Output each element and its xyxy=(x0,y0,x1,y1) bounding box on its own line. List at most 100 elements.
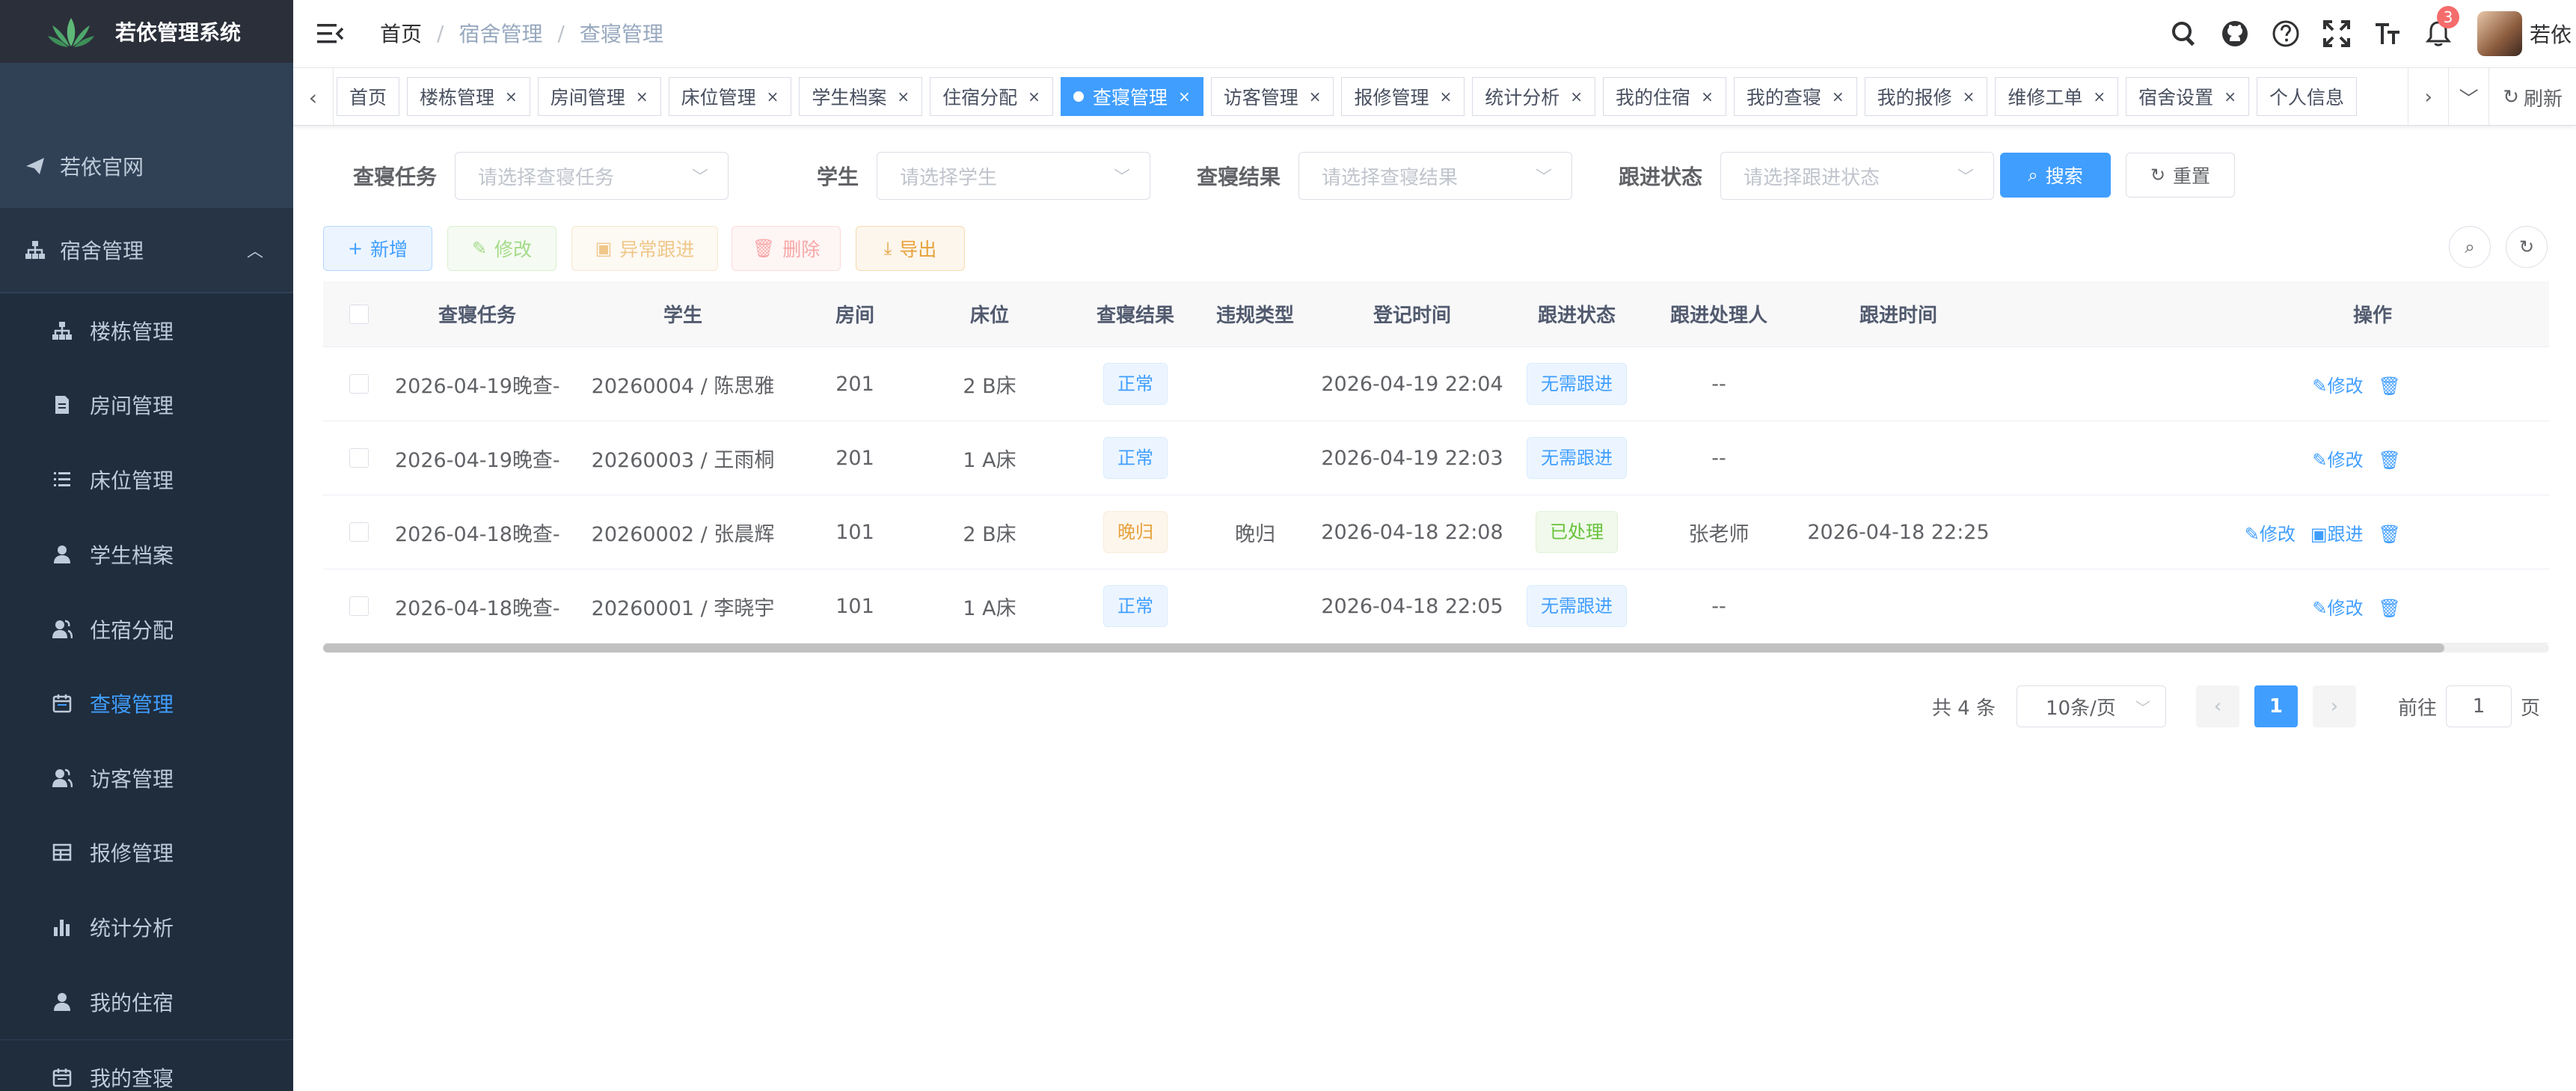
row-checkbox[interactable] xyxy=(349,374,369,394)
toggle-search-button[interactable]: ⌕ xyxy=(2449,226,2491,268)
close-icon[interactable]: × xyxy=(1440,88,1453,106)
sidebar-item-1[interactable]: 若依官网 xyxy=(0,124,293,208)
sidebar-item-9[interactable]: 访客管理 xyxy=(0,741,293,816)
tag-14[interactable]: 宿舍设置 × xyxy=(2126,77,2249,116)
row-checkbox[interactable] xyxy=(349,596,369,616)
task-select[interactable]: 请选择查寝任务 ﹀ xyxy=(455,152,729,200)
row-trash-link[interactable]: 🗑删除 xyxy=(2379,371,2399,397)
tag-1[interactable]: 楼栋管理 × xyxy=(407,77,530,116)
table-row[interactable]: 2026-04-19晚查-知行2... 20260003 / 王雨桐 201 1 A床… xyxy=(323,421,2549,495)
close-icon[interactable]: × xyxy=(2093,88,2106,106)
tag-8[interactable]: 报修管理 × xyxy=(1341,77,1465,116)
row-checkbox[interactable] xyxy=(349,522,369,542)
sidebar-item-4[interactable]: 房间管理 xyxy=(0,367,293,442)
sidebar-item-12[interactable]: 我的住宿 xyxy=(0,965,293,1039)
close-icon[interactable]: × xyxy=(897,88,910,106)
table-row[interactable]: 2026-04-19晚查-知行2... 20260004 / 陈思雅 201 2 B床… xyxy=(323,347,2549,421)
tag-7[interactable]: 访客管理 × xyxy=(1210,77,1334,116)
select-all-checkbox[interactable] xyxy=(349,304,369,324)
edit-button[interactable]: ✎ 修改 xyxy=(447,226,556,271)
close-icon[interactable]: × xyxy=(1028,88,1040,106)
goto-page-input[interactable]: 1 xyxy=(2445,685,2512,727)
fullscreen-tool[interactable] xyxy=(2311,0,2362,67)
page-size-select[interactable]: 10条/页 ﹀ xyxy=(2016,685,2166,727)
row-trash-link[interactable]: 🗑删除 xyxy=(2379,445,2399,471)
close-icon[interactable]: × xyxy=(1701,88,1714,106)
export-button[interactable]: ⤓ 导出 xyxy=(856,226,965,271)
reset-button[interactable]: ↻ 重置 xyxy=(2126,153,2235,198)
tag-6[interactable]: 查寝管理 × xyxy=(1060,77,1203,116)
sidebar-item-5[interactable]: 床位管理 xyxy=(0,442,293,517)
table-row[interactable]: 2026-04-18晚查-明德1... 20260002 / 张晨辉 101 2 B床… xyxy=(323,495,2549,569)
tag-5[interactable]: 住宿分配 × xyxy=(930,77,1053,116)
horizontal-scrollbar[interactable] xyxy=(323,644,2549,653)
close-icon[interactable]: × xyxy=(2224,88,2236,106)
prev-page-button[interactable]: ‹ xyxy=(2195,685,2239,727)
close-icon[interactable]: × xyxy=(636,88,648,106)
tag-10[interactable]: 我的住宿 × xyxy=(1603,77,1726,116)
sidebar-item-6[interactable]: 学生档案 xyxy=(0,517,293,592)
tags-scroll-right[interactable]: › xyxy=(2408,68,2448,126)
refresh-table-button[interactable]: ↻ xyxy=(2506,226,2548,268)
close-icon[interactable]: × xyxy=(1570,88,1583,106)
row-follow-link[interactable]: ▣跟进 xyxy=(2310,519,2364,546)
scrollbar-thumb[interactable] xyxy=(323,644,2444,653)
result-cell: 正常 xyxy=(1076,363,1195,405)
tags-dropdown[interactable]: ﹀ xyxy=(2448,68,2488,126)
tag-13[interactable]: 维修工单 × xyxy=(1995,77,2119,116)
follow-select[interactable]: 请选择跟进状态 ﹀ xyxy=(1720,152,1995,200)
sidebar-logo[interactable]: 若依管理系统 xyxy=(0,0,293,63)
tag-3[interactable]: 床位管理 × xyxy=(668,77,792,116)
result-cell: 正常 xyxy=(1076,585,1195,627)
row-trash-link[interactable]: 🗑删除 xyxy=(2379,593,2399,620)
date-icon xyxy=(51,692,73,715)
delete-button[interactable]: 🗑 删除 xyxy=(732,226,841,271)
sidebar-item-8[interactable]: 查寝管理 xyxy=(0,666,293,741)
page-number[interactable]: 1 xyxy=(2254,685,2298,727)
close-icon[interactable]: × xyxy=(505,88,518,106)
tag-0[interactable]: 首页 xyxy=(337,77,400,116)
row-trash-link[interactable]: 🗑删除 xyxy=(2379,519,2399,546)
avatar[interactable] xyxy=(2477,11,2522,56)
search-button[interactable]: ⌕ 搜索 xyxy=(2000,153,2111,198)
sidebar-item-10[interactable]: 报修管理 xyxy=(0,815,293,890)
tag-15[interactable]: 个人信息 xyxy=(2256,77,2357,116)
follow-up-button[interactable]: ▣ 异常跟进 xyxy=(571,226,718,271)
add-button[interactable]: + 新增 xyxy=(323,226,432,271)
breadcrumb-home[interactable]: 首页 xyxy=(380,18,422,48)
row-edit-link[interactable]: ✎修改 xyxy=(2312,445,2363,471)
github-tool[interactable] xyxy=(2209,0,2260,67)
row-edit-link[interactable]: ✎修改 xyxy=(2312,371,2363,397)
close-icon[interactable]: × xyxy=(1309,88,1322,106)
docs-tool[interactable] xyxy=(2260,0,2311,67)
tag-9[interactable]: 统计分析 × xyxy=(1472,77,1596,116)
close-icon[interactable]: × xyxy=(1832,88,1844,106)
next-page-button[interactable]: › xyxy=(2312,685,2356,727)
tag-4[interactable]: 学生档案 × xyxy=(799,77,923,116)
tag-11[interactable]: 我的查寝 × xyxy=(1733,77,1857,116)
sidebar-item-3[interactable]: 楼栋管理 xyxy=(0,293,293,368)
close-icon[interactable]: × xyxy=(1963,88,1975,106)
user-name[interactable]: 若依 xyxy=(2530,19,2572,49)
tags-refresh-button[interactable]: ↻ 刷新 xyxy=(2488,68,2576,126)
close-icon[interactable]: × xyxy=(767,88,779,106)
notice-tool[interactable]: 3 xyxy=(2413,0,2464,67)
tags-scroll-left[interactable]: ‹ xyxy=(293,68,334,126)
tag-label: 报修管理 xyxy=(1354,87,1429,109)
table-row[interactable]: 2026-04-18晚查-明德1... 20260001 / 李晓宇 101 1 A床… xyxy=(323,569,2549,644)
size-tool[interactable] xyxy=(2362,0,2413,67)
sidebar-item-2[interactable]: 宿舍管理 ︿ xyxy=(0,208,293,292)
search-tool[interactable] xyxy=(2159,0,2209,67)
student-select[interactable]: 请选择学生 ﹀ xyxy=(877,152,1151,200)
row-checkbox[interactable] xyxy=(349,448,369,468)
hamburger-icon[interactable] xyxy=(316,19,344,48)
sidebar-item-7[interactable]: 住宿分配 xyxy=(0,592,293,667)
sidebar-item-11[interactable]: 统计分析 xyxy=(0,890,293,965)
tag-12[interactable]: 我的报修 × xyxy=(1864,77,1988,116)
row-edit-link[interactable]: ✎修改 xyxy=(2312,593,2363,620)
result-select[interactable]: 请选择查寝结果 ﹀ xyxy=(1298,152,1573,200)
close-icon[interactable]: × xyxy=(1178,88,1191,106)
row-edit-link[interactable]: ✎修改 xyxy=(2245,519,2296,546)
sidebar-item-13[interactable]: 我的查寝 xyxy=(0,1040,293,1091)
tag-2[interactable]: 房间管理 × xyxy=(537,77,661,116)
